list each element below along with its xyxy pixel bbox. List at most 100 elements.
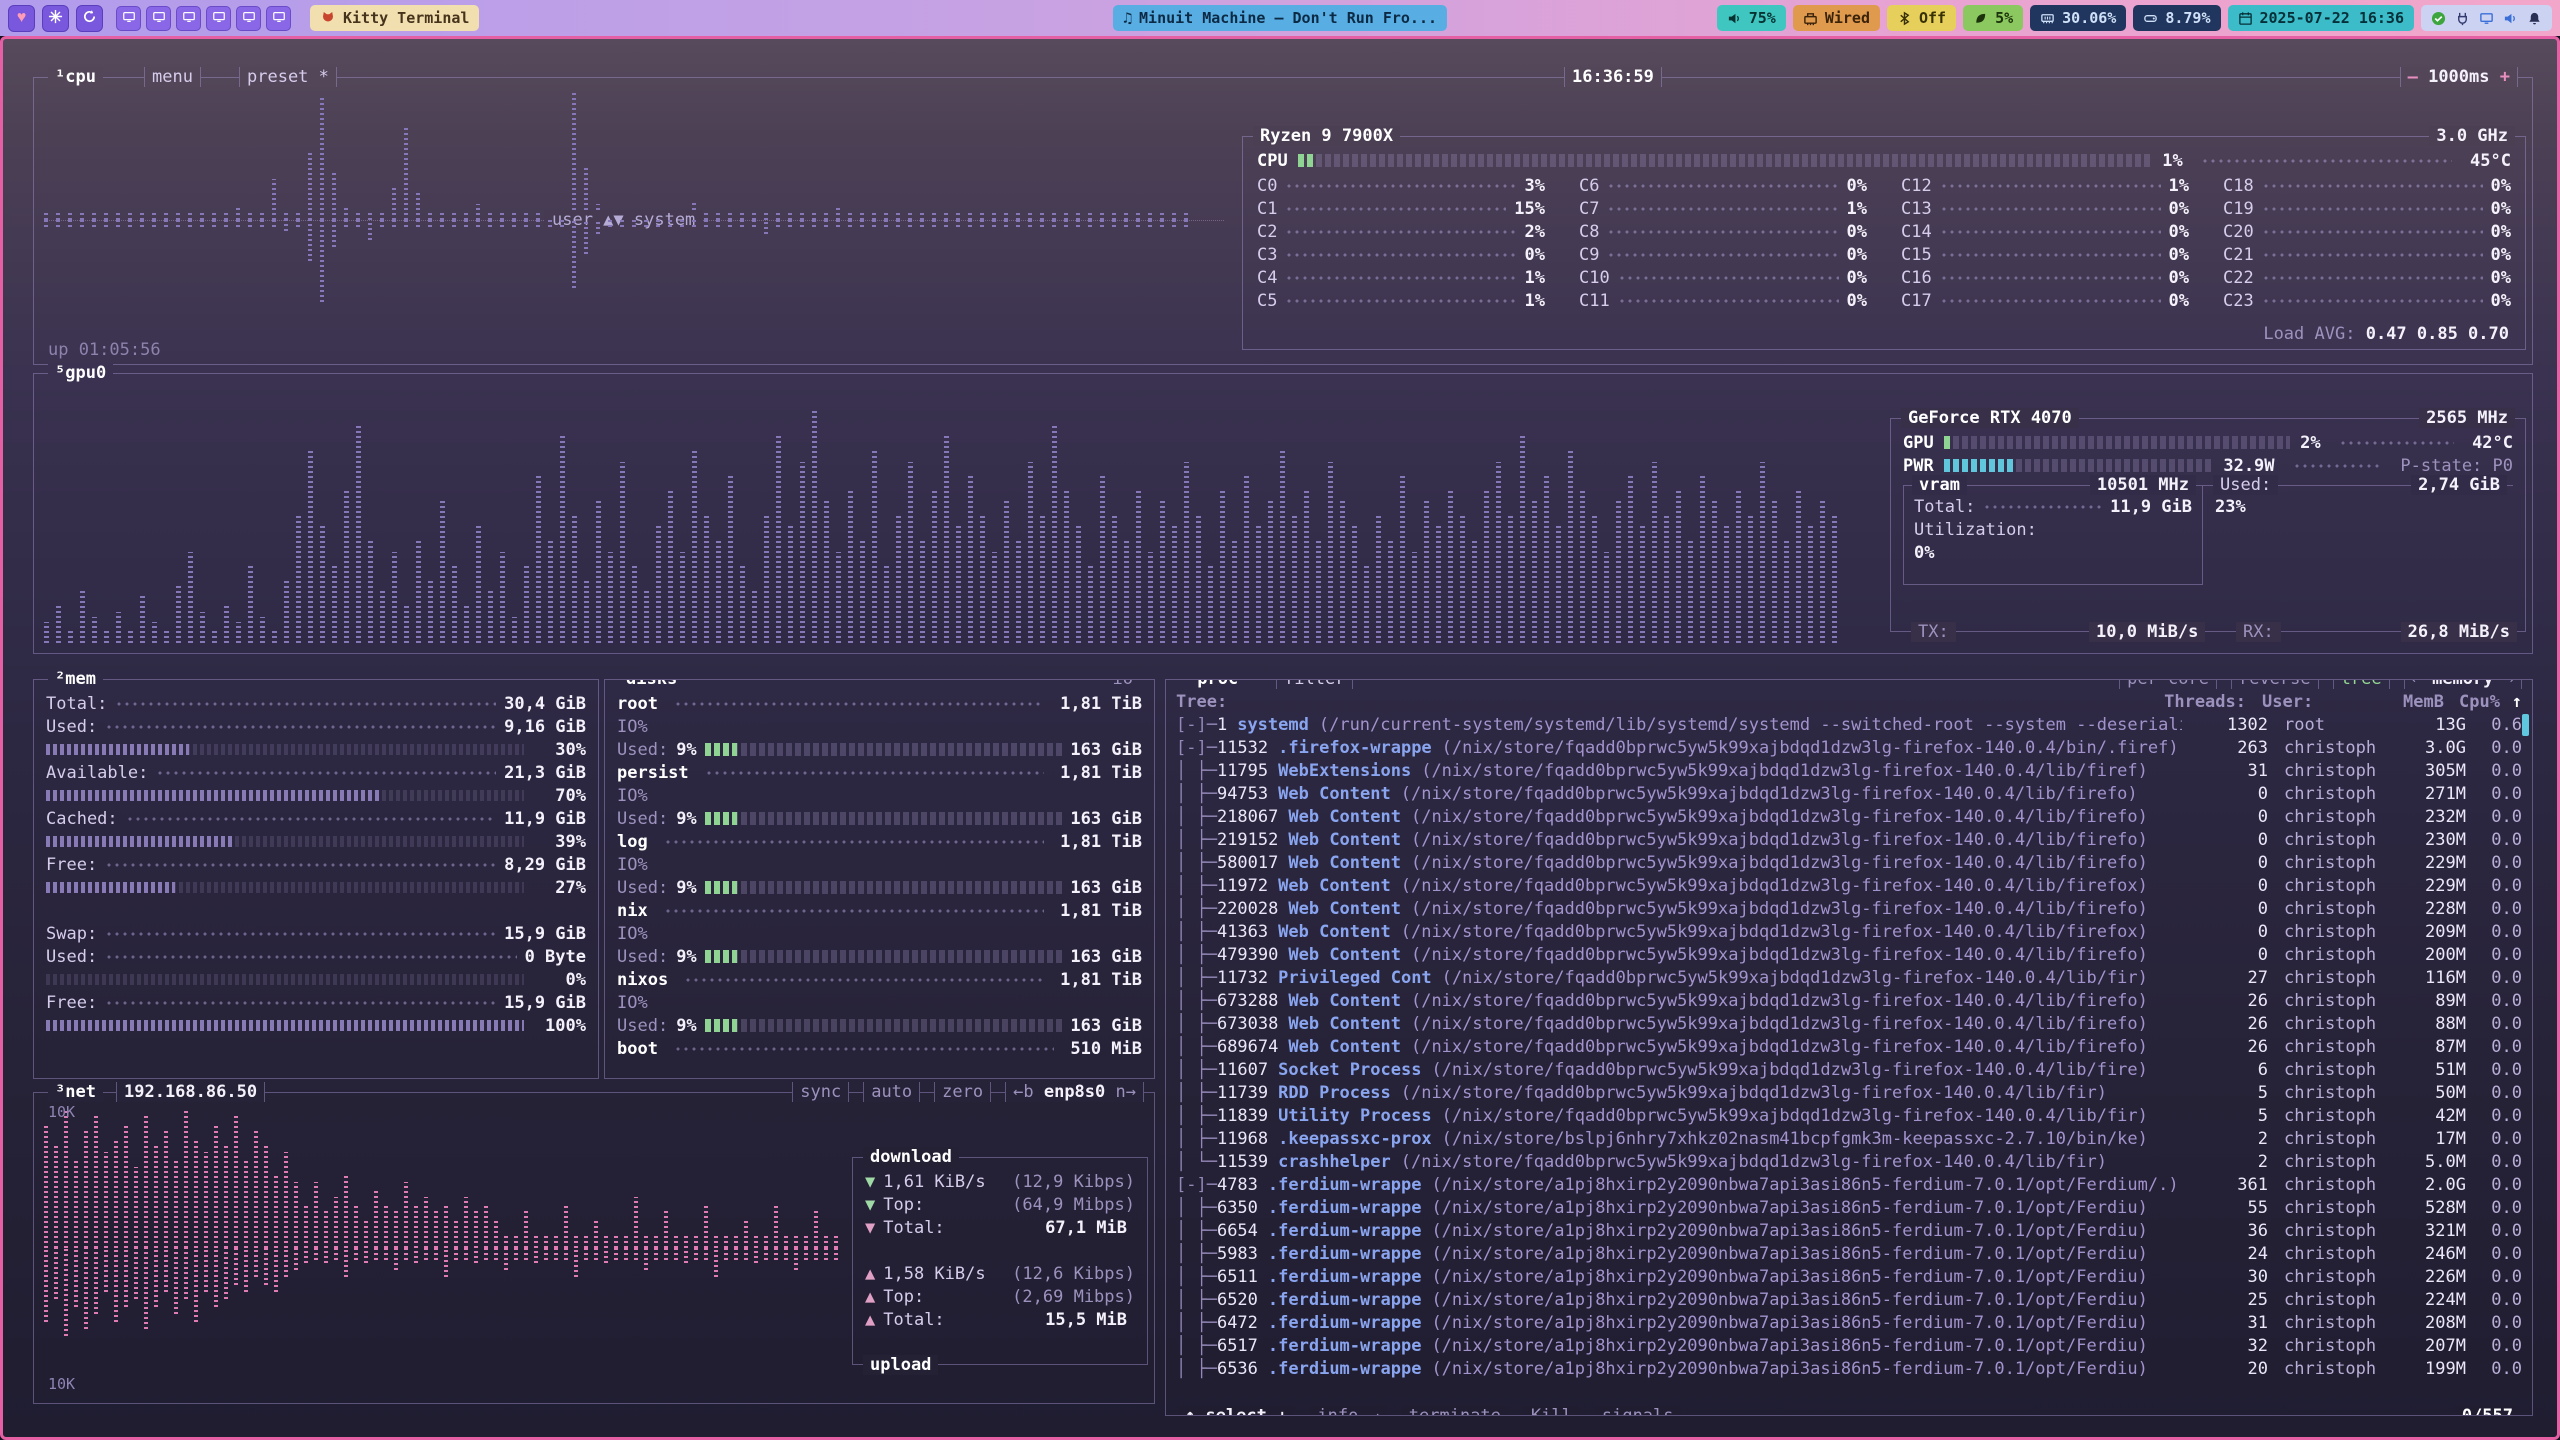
gpu-panel: ⁵gpu0 GeForce RTX 4070 2565 MHz GPU 2% 4… [33, 373, 2533, 654]
header-cpu[interactable]: Cpu% [2444, 692, 2500, 712]
bluetooth-chip[interactable]: Off [1887, 5, 1956, 31]
process-name: .keepassxc-prox [1278, 1129, 1432, 1149]
memory-usage-chip[interactable]: 30.06% [2030, 5, 2126, 31]
process-row[interactable]: │ ├─6472.ferdium-wrappe(/nix/store/a1pj8… [1176, 1311, 2522, 1334]
workspace-button[interactable] [266, 6, 291, 31]
check-circle-icon[interactable] [2431, 11, 2446, 26]
interval-plus-button[interactable]: + [2500, 67, 2510, 87]
interval-minus-button[interactable]: – [2408, 67, 2418, 87]
process-threads: 5 [2182, 1083, 2268, 1103]
net-auto-button[interactable]: auto [863, 1082, 920, 1102]
header-threads[interactable]: Threads: [2160, 692, 2246, 712]
nixos-button[interactable] [42, 5, 69, 32]
process-row[interactable]: │ ├─6350.ferdium-wrappe(/nix/store/a1pj8… [1176, 1196, 2522, 1219]
volume-chip[interactable]: 75% [1717, 5, 1786, 31]
memory-meter-percent: 39% [534, 832, 586, 852]
network-stat-label: Total: [883, 1218, 944, 1238]
reverse-toggle[interactable]: reverse [2231, 679, 2319, 689]
tray-volume-icon[interactable] [2503, 11, 2518, 26]
process-row[interactable]: │ ├─11795WebExtensions(/nix/store/fqadd0… [1176, 759, 2522, 782]
music-player-chip[interactable]: ♫ Minuit Machine – Don't Run Fro... [1113, 5, 1447, 31]
select-buttons[interactable]: ↑ select ↓ [1178, 1406, 1294, 1416]
process-threads: 26 [2182, 1014, 2268, 1034]
process-row[interactable]: │ ├─6520.ferdium-wrappe(/nix/store/a1pj8… [1176, 1288, 2522, 1311]
process-row[interactable]: │ ├─6536.ferdium-wrappe(/nix/store/a1pj8… [1176, 1357, 2522, 1380]
process-row[interactable]: │ └─11539crashhelper(/nix/store/fqadd0bp… [1176, 1150, 2522, 1173]
process-row[interactable]: │ ├─673288Web Content(/nix/store/fqadd0b… [1176, 989, 2522, 1012]
process-row[interactable]: │ ├─6654.ferdium-wrappe(/nix/store/a1pj8… [1176, 1219, 2522, 1242]
core-percent: 3% [1525, 176, 1545, 196]
sort-next-icon[interactable]: → [2504, 679, 2514, 689]
process-row[interactable]: │ ├─6517.ferdium-wrappe(/nix/store/a1pj8… [1176, 1334, 2522, 1357]
process-user: christoph [2268, 784, 2392, 804]
display-icon[interactable] [2479, 11, 2494, 26]
cpu-usage-chip[interactable]: 5% [1963, 5, 2023, 31]
process-command: (/nix/store/fqadd0bprwc5yw5k99xajbdqd1dz… [1442, 738, 2182, 758]
process-row[interactable]: │ ├─219152Web Content(/nix/store/fqadd0b… [1176, 828, 2522, 851]
process-scrollbar[interactable] [2522, 714, 2529, 736]
datetime-chip[interactable]: 2025-07-22 16:36 [2228, 5, 2415, 31]
process-row[interactable]: │ ├─580017Web Content(/nix/store/fqadd0b… [1176, 851, 2522, 874]
process-row[interactable]: │ ├─41363Web Content(/nix/store/fqadd0bp… [1176, 920, 2522, 943]
sort-prev-icon[interactable]: ← [2412, 679, 2422, 689]
network-address: 192.168.86.50 [116, 1082, 265, 1102]
selection-counter: 0/557 [2455, 1406, 2520, 1416]
process-command: (/nix/store/fqadd0bprwc5yw5k99xajbdqd1dz… [1442, 1106, 2182, 1126]
terminate-button[interactable]: terminate [1402, 1406, 1508, 1416]
disk-usage-chip[interactable]: 8.79% [2133, 5, 2220, 31]
process-row[interactable]: │ ├─11968.keepassxc-prox(/nix/store/bslp… [1176, 1127, 2522, 1150]
kill-button[interactable]: Kill [1524, 1406, 1579, 1416]
process-row[interactable]: [-]─1systemd(/run/current-system/systemd… [1176, 713, 2522, 736]
refresh-button[interactable] [76, 5, 103, 32]
tree-branch: │ ├─ [1176, 1244, 1217, 1264]
per-core-toggle[interactable]: per-core [2119, 679, 2217, 689]
heart-button[interactable]: ♥ [8, 5, 35, 32]
active-window-chip[interactable]: Kitty Terminal [310, 5, 479, 31]
process-row[interactable]: │ ├─689674Web Content(/nix/store/fqadd0b… [1176, 1035, 2522, 1058]
tree-branch: │ ├─ [1176, 1014, 1217, 1034]
net-interface-switcher[interactable]: ←b enp8s0 n→ [1005, 1082, 1144, 1102]
process-row[interactable]: │ ├─11739RDD Process(/nix/store/fqadd0bp… [1176, 1081, 2522, 1104]
net-zero-button[interactable]: zero [934, 1082, 991, 1102]
process-row[interactable]: │ ├─11607Socket Process(/nix/store/fqadd… [1176, 1058, 2522, 1081]
filter-button[interactable]: filter [1276, 679, 1353, 689]
process-row[interactable]: │ ├─11839Utility Process(/nix/store/fqad… [1176, 1104, 2522, 1127]
workspace-button[interactable] [206, 6, 231, 31]
process-row[interactable]: │ ├─11972Web Content(/nix/store/fqadd0bp… [1176, 874, 2522, 897]
workspace-button[interactable] [146, 6, 171, 31]
process-row[interactable]: │ ├─479390Web Content(/nix/store/fqadd0b… [1176, 943, 2522, 966]
header-tree[interactable]: Tree: [1176, 692, 2160, 712]
tree-toggle[interactable]: tree [2333, 679, 2390, 689]
plug-icon[interactable] [2455, 11, 2470, 26]
header-memory[interactable]: MemB [2370, 692, 2444, 712]
process-pid: 6511 [1217, 1267, 1258, 1287]
direction-arrow-icon: ▲ [865, 1264, 875, 1284]
process-memory: 229M [2392, 876, 2466, 896]
disk-name: nix [617, 901, 648, 921]
workspace-button[interactable] [116, 6, 141, 31]
workspace-button[interactable] [236, 6, 261, 31]
process-row[interactable]: │ ├─5983.ferdium-wrappe(/nix/store/a1pj8… [1176, 1242, 2522, 1265]
workspace-button[interactable] [176, 6, 201, 31]
monitor-icon [242, 10, 256, 27]
signals-button[interactable]: signals [1595, 1406, 1681, 1416]
sort-column-switcher[interactable]: ← memory → [2404, 679, 2522, 689]
net-sync-button[interactable]: sync [792, 1082, 849, 1102]
process-row[interactable]: [-]─11532.firefox-wrappe(/nix/store/fqad… [1176, 736, 2522, 759]
bell-icon[interactable] [2527, 11, 2542, 26]
network-gap [865, 1239, 1135, 1262]
iface-next-key[interactable]: n→ [1116, 1082, 1136, 1102]
process-row[interactable]: │ ├─94753Web Content(/nix/store/fqadd0bp… [1176, 782, 2522, 805]
process-row[interactable]: │ ├─673038Web Content(/nix/store/fqadd0b… [1176, 1012, 2522, 1035]
iface-prev-key[interactable]: ←b [1013, 1082, 1033, 1102]
process-row[interactable]: │ ├─220028Web Content(/nix/store/fqadd0b… [1176, 897, 2522, 920]
header-user[interactable]: User: [2246, 692, 2370, 712]
info-button[interactable]: info ↵ [1310, 1406, 1385, 1416]
memory-row-label: Swap: [46, 924, 97, 944]
network-stat-label: Total: [883, 1310, 944, 1330]
process-row[interactable]: │ ├─218067Web Content(/nix/store/fqadd0b… [1176, 805, 2522, 828]
process-row[interactable]: [-]─4783.ferdium-wrappe(/nix/store/a1pj8… [1176, 1173, 2522, 1196]
process-row[interactable]: │ ├─6511.ferdium-wrappe(/nix/store/a1pj8… [1176, 1265, 2522, 1288]
network-chip[interactable]: Wired [1793, 5, 1880, 31]
process-row[interactable]: │ ├─11732Privileged Cont(/nix/store/fqad… [1176, 966, 2522, 989]
